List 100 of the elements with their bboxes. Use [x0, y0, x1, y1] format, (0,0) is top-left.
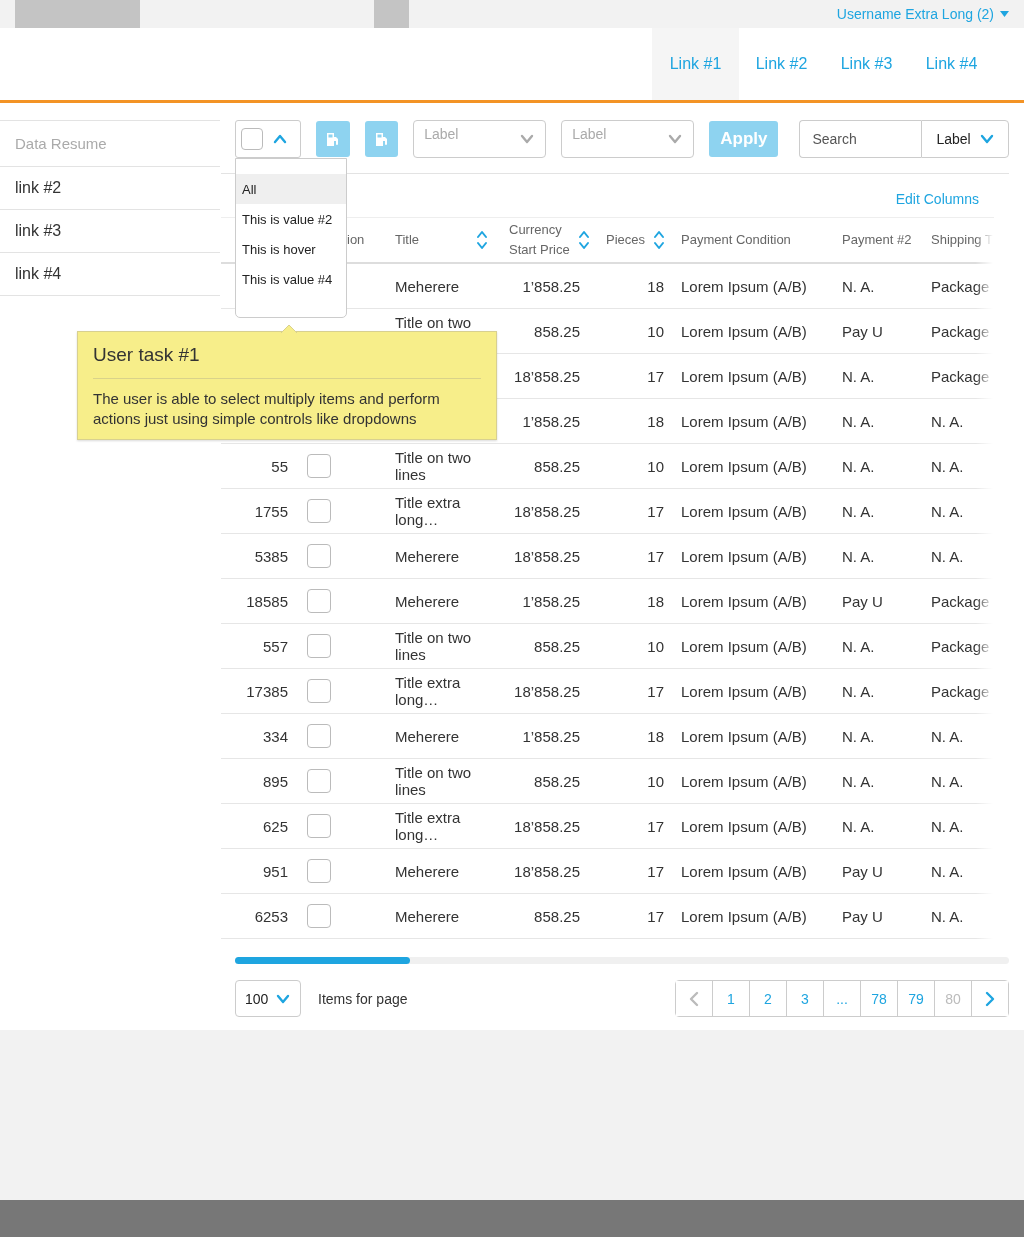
table-cell: 18 — [647, 412, 664, 430]
table-cell: Lorem Ipsum (A/B) — [681, 412, 807, 430]
row-checkbox[interactable] — [307, 499, 331, 523]
table-cell: Package — [931, 637, 990, 655]
row-checkbox[interactable] — [307, 634, 331, 658]
sort-icon — [653, 230, 666, 250]
table-cell: 1’858.25 — [522, 727, 580, 745]
menu-item[interactable]: This is hover — [236, 234, 346, 264]
row-checkbox[interactable] — [307, 769, 331, 793]
table-cell: N. A. — [931, 817, 964, 835]
row-checkbox[interactable] — [307, 904, 331, 928]
table-cell: 18’858.25 — [514, 817, 580, 835]
table-cell: N. A. — [931, 547, 964, 565]
table-cell: 18 — [647, 592, 664, 610]
table-cell: Lorem Ipsum (A/B) — [681, 817, 807, 835]
table-cell: 18’858.25 — [514, 367, 580, 385]
table-cell: N. A. — [931, 862, 964, 880]
table-cell: Meherere — [395, 862, 460, 880]
table-cell: Package — [931, 322, 990, 340]
table-cell: 858.25 — [534, 322, 580, 340]
table-cell: Lorem Ipsum (A/B) — [681, 907, 807, 925]
label-dropdown[interactable]: Label — [561, 120, 695, 158]
column-header[interactable]: Title — [385, 218, 497, 264]
table-cell: 1’858.25 — [522, 592, 580, 610]
table-cell: Title on two — [395, 314, 472, 331]
search-field[interactable]: Search — [799, 120, 922, 158]
per-page-dropdown[interactable]: 100 — [235, 980, 301, 1017]
horizontal-scrollbar[interactable] — [235, 957, 1009, 964]
column-header[interactable]: Payment Condition — [672, 218, 833, 264]
column-header[interactable]: Payment #2 — [833, 218, 923, 264]
table-cell: Package — [931, 682, 990, 700]
row-checkbox[interactable] — [307, 454, 331, 478]
table-cell: Pay U — [842, 862, 883, 880]
table-cell: N. A. — [842, 367, 875, 385]
table-cell-text: Title on two lines — [395, 449, 473, 483]
table-cell: 17 — [647, 907, 664, 925]
table-cell: 18’858.25 — [514, 547, 580, 565]
table-cell: Lorem Ipsum (A/B) — [681, 772, 807, 790]
table-cell: 18585 — [246, 592, 288, 610]
table-cell: Lorem Ipsum (A/B) — [681, 547, 807, 565]
table-cell: Lorem Ipsum (A/B) — [681, 862, 807, 880]
table-cell: N. A. — [842, 412, 875, 430]
sidebar-link[interactable]: link #2 — [0, 167, 220, 210]
column-header[interactable]: Shipping T — [923, 218, 993, 264]
table-cell: N. A. — [842, 457, 875, 475]
table-cell: 6253 — [254, 907, 288, 925]
sidebar-link[interactable]: link #4 — [0, 253, 220, 296]
menu-item[interactable]: All — [236, 174, 346, 204]
table-cell: 5385 — [254, 547, 288, 565]
table-cell: 858.25 — [534, 637, 580, 655]
table-cell-text: Title extra long… — [395, 674, 462, 708]
row-checkbox[interactable] — [307, 679, 331, 703]
table-cell: 858.25 — [534, 772, 580, 790]
table-cell: Lorem Ipsum (A/B) — [681, 637, 807, 655]
row-checkbox[interactable] — [307, 589, 331, 613]
scope-dropdown[interactable]: Label — [921, 120, 1009, 158]
table-cell: Pay U — [842, 322, 883, 340]
table-cell: 10 — [647, 637, 664, 655]
sort-icon — [578, 230, 590, 250]
next-page-button[interactable] — [971, 981, 1008, 1016]
checkbox[interactable] — [241, 128, 263, 150]
table-cell: 1’858.25 — [522, 412, 580, 430]
table-cell: Package — [931, 277, 990, 295]
table-cell: Lorem Ipsum (A/B) — [681, 322, 807, 340]
row-checkbox[interactable] — [307, 724, 331, 748]
table-cell: Pay U — [842, 907, 883, 925]
select-all-dropdown[interactable] — [235, 120, 302, 158]
table-cell: Meherere — [395, 277, 460, 295]
table-cell: 10 — [647, 457, 664, 475]
fuel-button[interactable] — [364, 121, 399, 157]
menu-item[interactable]: This is value #4 — [236, 264, 346, 294]
chevron-icon — [520, 132, 535, 146]
table-cell: 17385 — [246, 682, 288, 700]
fuel-button[interactable] — [316, 121, 350, 157]
per-page-label: Items for page — [318, 990, 408, 1007]
table-cell: N. A. — [842, 277, 875, 295]
table-cell: N. A. — [842, 547, 875, 565]
sidebar-link[interactable]: link #3 — [0, 210, 220, 253]
table-cell: 18 — [647, 277, 664, 295]
table-cell: 625 — [262, 817, 288, 835]
menu-item[interactable]: This is value #2 — [236, 204, 346, 234]
table-cell: N. A. — [842, 727, 875, 745]
table-cell: 55 — [271, 457, 288, 475]
table-cell: Package — [931, 367, 990, 385]
row-checkbox[interactable] — [307, 859, 331, 883]
select-menu[interactable]: All This is value #2 This is hover This is value #4 — [235, 158, 347, 318]
table-cell: Lorem Ipsum (A/B) — [681, 277, 807, 295]
table-cell: 18’858.25 — [514, 502, 580, 520]
caret-icon — [1000, 11, 1009, 17]
table-cell: N. A. — [931, 772, 964, 790]
table-cell: Meherere — [395, 547, 460, 565]
table-cell: N. A. — [931, 727, 964, 745]
row-checkbox[interactable] — [307, 814, 331, 838]
column-header[interactable]: Currency Start Price — [497, 218, 590, 264]
table-cell: 10 — [647, 772, 664, 790]
table-cell: Lorem Ipsum (A/B) — [681, 457, 807, 475]
table-cell: 1755 — [254, 502, 288, 520]
row-checkbox[interactable] — [307, 544, 331, 568]
column-header[interactable]: Pieces — [590, 218, 672, 264]
label-dropdown[interactable]: Label — [413, 120, 547, 158]
